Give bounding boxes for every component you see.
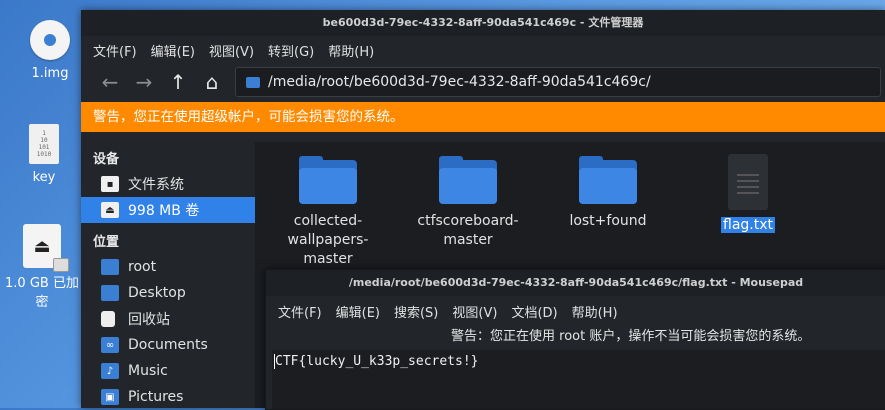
desktop-icon-key[interactable]: 1 10 101 1010 key (1, 124, 87, 185)
menu-edit[interactable]: 编辑(E) (336, 302, 380, 321)
music-folder-icon: ♪ (101, 363, 119, 379)
file-item-folder[interactable]: lost+found (543, 156, 673, 231)
location-bar[interactable]: /media/root/be600d3d-79ec-4332-8aff-90da… (235, 67, 881, 97)
sidebar-item-label: Pictures (128, 389, 184, 405)
menu-edit[interactable]: 编辑(E) (151, 41, 195, 60)
editor-content: CTF{lucky_U_k33p_secrets!} (275, 354, 479, 369)
folder-icon (579, 156, 637, 204)
drive-icon: ▪ (101, 176, 119, 192)
sidebar-item-pictures[interactable]: ▣ Pictures (81, 384, 255, 410)
sidebar-item-music[interactable]: ♪ Music (81, 358, 255, 384)
location-path: /media/root/be600d3d-79ec-4332-8aff-90da… (268, 74, 651, 90)
file-name: wallpapers-master (287, 232, 369, 267)
file-name: collected- (293, 213, 363, 229)
sidebar-item-filesystem[interactable]: ▪ 文件系统 (81, 171, 255, 197)
home-folder-icon (101, 259, 119, 275)
up-arrow-icon[interactable]: ↑ (161, 70, 195, 94)
file-item-folder[interactable]: ctfscoreboard- master (403, 156, 533, 250)
root-warning-banner: 警告，您正在使用超级帐户，可能会损害您的系统。 (81, 102, 885, 132)
sidebar-item-desktop[interactable]: Desktop (81, 280, 255, 306)
file-item-text[interactable]: flag.txt (683, 154, 813, 235)
sidebar-item-label: root (128, 259, 157, 275)
lock-icon (53, 258, 69, 272)
disc-image-icon (30, 20, 70, 60)
sidebar-item-label: 文件系统 (128, 177, 184, 193)
forward-arrow-icon[interactable]: → (127, 70, 161, 94)
menubar: 文件(F) 编辑(E) 搜索(S) 视图(V) 文档(D) 帮助(H) (266, 296, 885, 326)
home-icon[interactable]: ⌂ (195, 70, 229, 94)
folder-icon (439, 156, 497, 204)
desktop-folder-icon (101, 285, 119, 301)
folder-icon (246, 76, 260, 88)
file-name: ctfscoreboard- (417, 213, 519, 229)
sidebar: 设备 ▪ 文件系统 ⏏ 998 MB 卷 位置 root Desktop 回收站… (81, 142, 255, 408)
sidebar-item-trash[interactable]: 回收站 (81, 306, 255, 332)
window-title: be600d3d-79ec-4332-8aff-90da541c469c - 文… (81, 10, 885, 36)
menu-view[interactable]: 视图(V) (452, 302, 497, 321)
sidebar-item-label: 回收站 (128, 312, 170, 328)
menu-document[interactable]: 文档(D) (511, 302, 557, 321)
sidebar-item-documents[interactable]: ∞ Documents (81, 332, 255, 358)
documents-folder-icon: ∞ (101, 337, 119, 353)
root-warning-text: 警告：您正在使用 root 账户，操作不当可能会损害您的系统。 (451, 329, 811, 344)
desktop-icon-encrypted-drive[interactable]: ⏏ 1.0 GB 已加密 (0, 224, 84, 312)
back-arrow-icon[interactable]: ← (93, 70, 127, 94)
menu-help[interactable]: 帮助(H) (328, 41, 374, 60)
sidebar-item-label: 998 MB 卷 (128, 203, 200, 219)
menu-help[interactable]: 帮助(H) (572, 302, 618, 321)
menu-file[interactable]: 文件(F) (278, 302, 322, 321)
toolbar: ← → ↑ ⌂ /media/root/be600d3d-79ec-4332-8… (81, 64, 885, 100)
trash-icon (101, 311, 115, 327)
sidebar-item-label: Desktop (128, 285, 186, 301)
file-item-folder[interactable]: collected- wallpapers-master (263, 156, 393, 269)
file-name: flag.txt (721, 217, 775, 233)
text-file-icon (728, 154, 768, 210)
desktop-icon-label: 1.0 GB 已加密 (5, 276, 79, 310)
desktop-icon-label: key (32, 170, 56, 185)
menu-go[interactable]: 转到(G) (268, 41, 314, 60)
eject-drive-icon: ⏏ (23, 224, 69, 272)
sidebar-header-devices: 设备 (93, 152, 120, 167)
folder-icon (299, 156, 357, 204)
sidebar-item-volume[interactable]: ⏏ 998 MB 卷 (81, 197, 255, 223)
window-title: /media/root/be600d3d-79ec-4332-8aff-90da… (266, 270, 885, 296)
sidebar-item-root[interactable]: root (81, 254, 255, 280)
menubar: 文件(F) 编辑(E) 视图(V) 转到(G) 帮助(H) (81, 36, 885, 64)
usb-drive-icon: ⏏ (101, 202, 119, 218)
sidebar-item-label: Documents (128, 337, 208, 353)
menu-file[interactable]: 文件(F) (93, 41, 137, 60)
pictures-folder-icon: ▣ (101, 389, 119, 405)
sidebar-item-label: Music (128, 363, 168, 379)
sidebar-header-places: 位置 (93, 235, 120, 250)
mousepad-window: /media/root/be600d3d-79ec-4332-8aff-90da… (265, 269, 885, 410)
binary-file-icon: 1 10 101 1010 (29, 124, 59, 164)
file-name: master (443, 232, 493, 248)
text-editor-area[interactable]: CTF{lucky_U_k33p_secrets!} (272, 350, 885, 409)
file-name: lost+found (569, 213, 647, 229)
menu-view[interactable]: 视图(V) (209, 41, 254, 60)
menu-search[interactable]: 搜索(S) (394, 302, 438, 321)
